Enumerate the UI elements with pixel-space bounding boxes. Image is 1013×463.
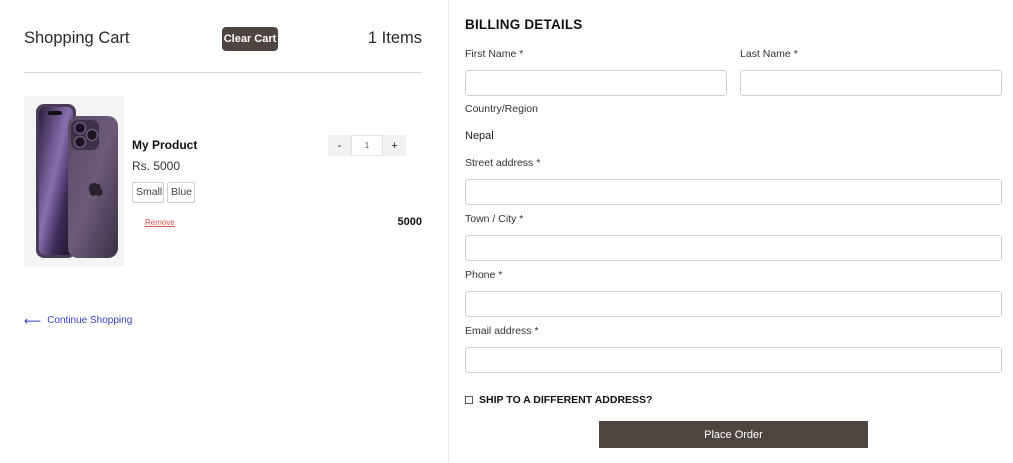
street-address-label: Street address * — [465, 157, 541, 169]
country-label: Country/Region — [465, 103, 538, 115]
ship-different-address-toggle[interactable]: SHIP TO A DIFFERENT ADDRESS? — [465, 394, 652, 406]
shopping-cart-panel: Shopping Cart Clear Cart 1 Items My Prod… — [0, 0, 448, 463]
product-image — [24, 96, 124, 266]
product-name: My Product — [132, 138, 198, 152]
qty-input[interactable] — [351, 135, 383, 156]
qty-increase-button[interactable]: + — [383, 135, 406, 156]
street-address-field[interactable] — [465, 179, 1002, 205]
ship-different-address-label: SHIP TO A DIFFERENT ADDRESS? — [479, 394, 653, 406]
arrow-left-icon: ⟵ — [24, 313, 42, 328]
variant-size: Small — [132, 182, 164, 203]
qty-decrease-button[interactable]: - — [328, 135, 351, 156]
continue-shopping-label: Continue Shopping — [47, 315, 133, 326]
first-name-label: First Name * — [465, 48, 524, 60]
billing-panel: BILLING DETAILS First Name * Last Name *… — [465, 0, 1005, 463]
variant-color: Blue — [167, 182, 195, 203]
cart-header: Shopping Cart Clear Cart 1 Items — [24, 27, 422, 51]
continue-shopping-link[interactable]: ⟵ Continue Shopping — [24, 313, 133, 328]
phone-field[interactable] — [465, 291, 1002, 317]
remove-link[interactable]: Remove — [145, 218, 175, 227]
town-city-field[interactable] — [465, 235, 1002, 261]
place-order-button[interactable]: Place Order — [599, 421, 868, 448]
product-price: Rs. 5000 — [132, 159, 181, 173]
country-value: Nepal — [465, 130, 494, 142]
phone-product-image — [36, 104, 118, 258]
last-name-label: Last Name * — [740, 48, 798, 60]
last-name-field[interactable] — [740, 70, 1002, 96]
cart-title: Shopping Cart — [24, 29, 130, 47]
email-field[interactable] — [465, 347, 1002, 373]
column-divider — [448, 0, 449, 463]
line-total: 5000 — [397, 216, 422, 228]
clear-cart-button[interactable]: Clear Cart — [222, 27, 278, 51]
email-label: Email address * — [465, 325, 539, 337]
items-count: 1 Items — [367, 29, 422, 47]
billing-title: BILLING DETAILS — [465, 17, 583, 32]
first-name-field[interactable] — [465, 70, 727, 96]
quantity-stepper: - + — [328, 135, 406, 156]
cart-divider — [24, 72, 422, 73]
town-city-label: Town / City * — [465, 213, 524, 225]
checkout-page: Shopping Cart Clear Cart 1 Items My Prod… — [0, 0, 1013, 463]
phone-label: Phone * — [465, 269, 503, 281]
ship-different-address-checkbox[interactable] — [465, 396, 473, 404]
